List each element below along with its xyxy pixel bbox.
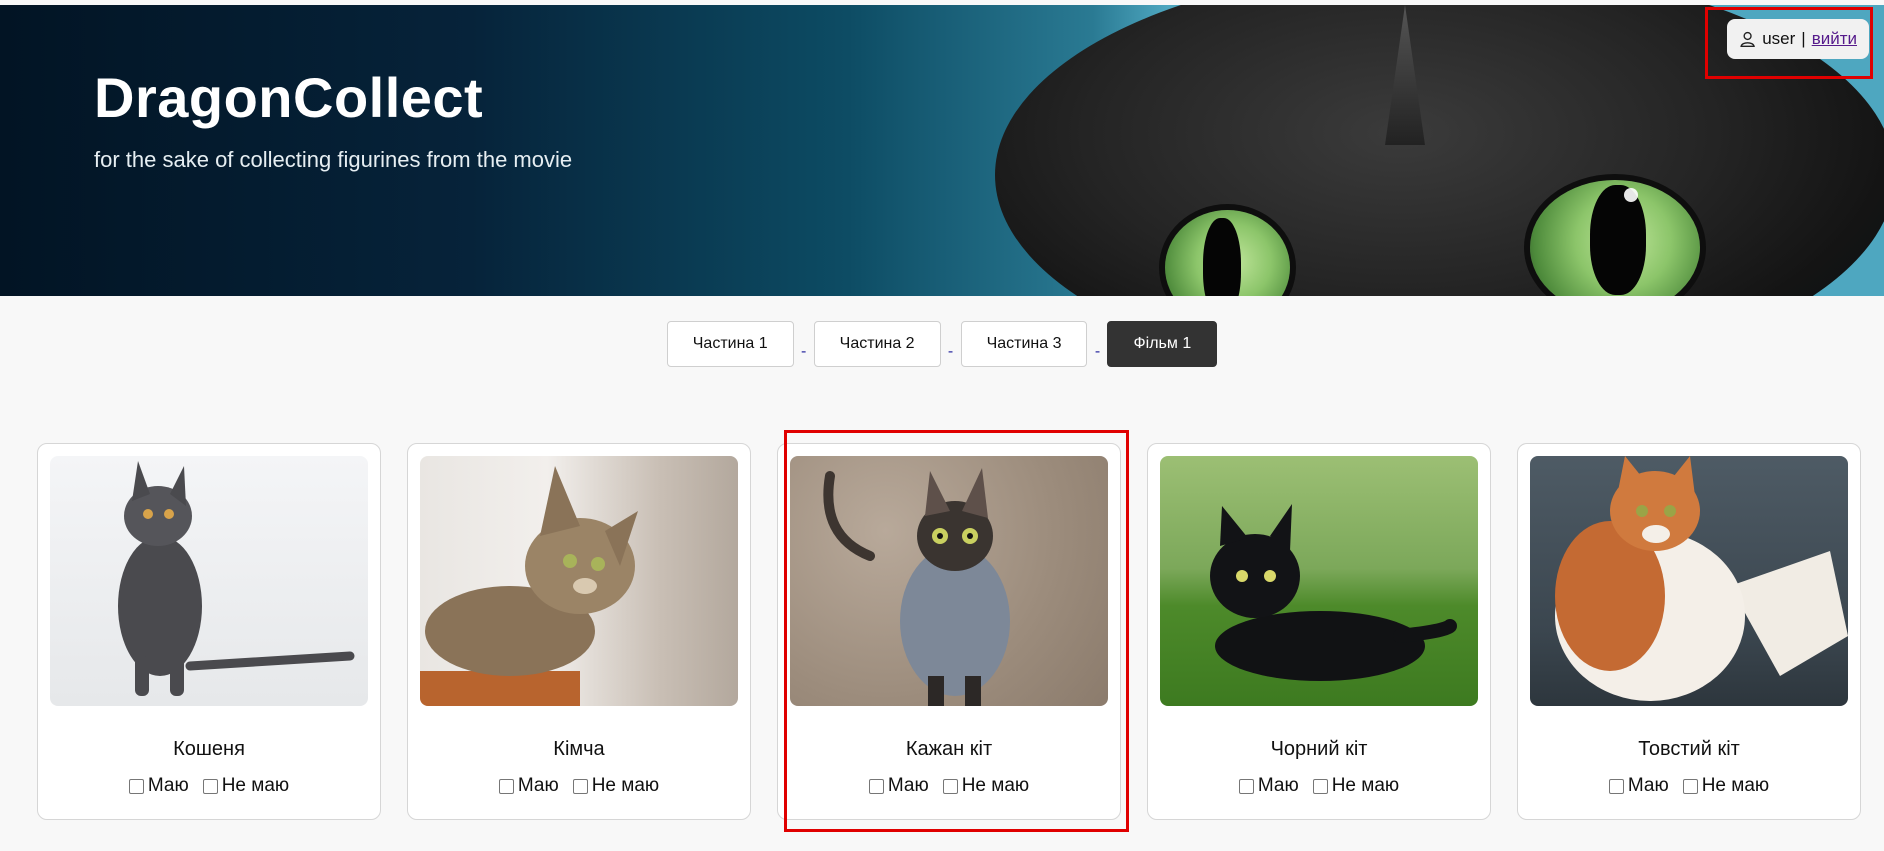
not-have-label: Не маю (591, 775, 660, 796)
not-have-label: Не маю (1701, 775, 1770, 796)
have-option[interactable]: Маю (128, 775, 189, 797)
ownership-options: Маю Не маю (1160, 775, 1478, 797)
tab-part-1[interactable]: Частина 1 (666, 321, 794, 367)
have-checkbox[interactable] (1608, 778, 1624, 794)
tab-part-3[interactable]: Частина 3 (960, 321, 1088, 367)
have-label: Маю (1627, 775, 1669, 796)
highlight-box-user (1705, 7, 1873, 79)
have-checkbox[interactable] (1238, 778, 1254, 794)
figurine-image (50, 456, 368, 706)
have-option[interactable]: Маю (498, 775, 559, 797)
figurine-name: Кімча (553, 738, 605, 760)
figurine-image (1530, 456, 1848, 706)
site-subtitle: for the sake of collecting figurines fro… (94, 147, 573, 172)
have-label: Маю (1257, 775, 1299, 796)
not-have-option[interactable]: Не маю (202, 775, 290, 797)
tab-separator: - (947, 343, 954, 360)
not-have-checkbox[interactable] (572, 778, 588, 794)
ownership-options: Маю Не маю (1530, 775, 1848, 797)
figurine-name: Товстий кіт (1638, 738, 1740, 760)
tab-separator: - (1094, 343, 1101, 360)
not-have-option[interactable]: Не маю (1312, 775, 1400, 797)
have-checkbox[interactable] (128, 778, 144, 794)
part-tabs: Частина 1 - Частина 2 - Частина 3 - Філь… (0, 321, 1884, 367)
not-have-checkbox[interactable] (202, 778, 218, 794)
figurine-name: Кошеня (173, 738, 245, 760)
site-title: DragonCollect (94, 66, 484, 129)
highlight-box-card (784, 430, 1129, 832)
have-option[interactable]: Маю (1238, 775, 1299, 797)
have-option[interactable]: Маю (1608, 775, 1669, 797)
figurine-card: Товстий кіт Маю Не маю (1517, 443, 1861, 820)
figurine-card: Кімча Маю Не маю (407, 443, 751, 820)
tab-film-1[interactable]: Фільм 1 (1107, 321, 1218, 367)
have-checkbox[interactable] (498, 778, 514, 794)
figurine-card: Чорний кіт Маю Не маю (1147, 443, 1491, 820)
tab-separator: - (801, 343, 807, 360)
not-have-checkbox[interactable] (1312, 778, 1328, 794)
not-have-checkbox[interactable] (1682, 778, 1698, 794)
ownership-options: Маю Не маю (420, 775, 738, 797)
have-label: Маю (147, 775, 189, 796)
figurine-name: Чорний кіт (1270, 738, 1368, 760)
tab-part-2[interactable]: Частина 2 (813, 321, 941, 367)
figurine-card: Кошеня Маю Не маю (37, 443, 381, 820)
figurine-image (420, 456, 738, 706)
not-have-option[interactable]: Не маю (1682, 775, 1770, 797)
hero-banner: DragonCollect for the sake of collecting… (0, 5, 1884, 296)
figurine-image (1160, 456, 1478, 706)
ownership-options: Маю Не маю (50, 775, 368, 797)
not-have-label: Не маю (221, 775, 290, 796)
not-have-option[interactable]: Не маю (572, 775, 660, 797)
have-label: Маю (517, 775, 559, 796)
not-have-label: Не маю (1331, 775, 1400, 796)
